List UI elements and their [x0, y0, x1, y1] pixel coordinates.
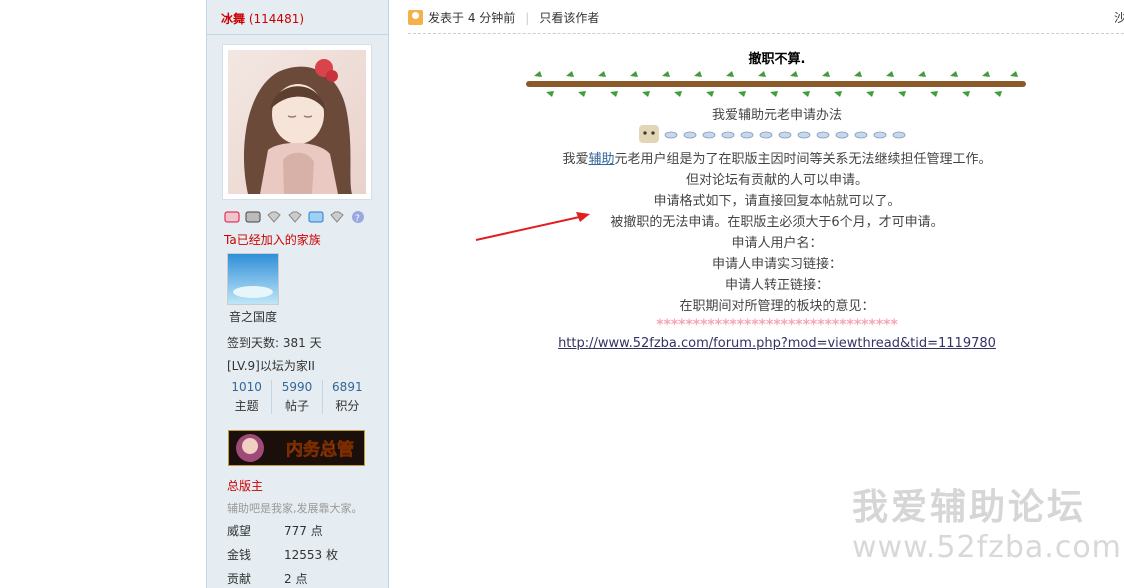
info-value: 12553 枚 [284, 548, 338, 562]
medal-icon[interactable] [328, 210, 346, 224]
rank-badge-text: 内务总管 [286, 439, 354, 460]
post-title: 撤职不算. [748, 52, 806, 67]
stat-topics[interactable]: 1010 主题 [222, 380, 273, 414]
stat-label: 积分 [335, 399, 360, 413]
text-segment: 元老用户组是为了在职版主因时间等关系无法继续担任管理工作。 [614, 152, 992, 167]
author-name[interactable]: 冰舞 [221, 12, 245, 26]
medal-icon[interactable] [223, 210, 241, 224]
divider [408, 33, 1124, 34]
medal-icon[interactable] [307, 210, 325, 224]
post-line-6: 申请人申请实习链接： [711, 257, 842, 272]
stat-label: 帖子 [284, 399, 309, 413]
info-prestige: 威望 777 点 [227, 522, 323, 539]
avatar[interactable] [222, 44, 372, 200]
medal-list: ? [223, 210, 367, 224]
medal-icon[interactable] [286, 210, 304, 224]
post-url-line: http://www.52fzba.com/forum.php?mod=view… [408, 336, 1124, 351]
info-key: 金钱 [227, 548, 252, 562]
author-sidebar: 冰舞 (114481) ? Ta已经加入的家族 音之国度 签到天数: 381 天… [206, 0, 389, 588]
user-level[interactable]: [LV.9]以坛为家II [227, 357, 315, 374]
family-link[interactable]: Ta已经加入的家族 [224, 231, 321, 248]
post-line-8: 在职期间对所管理的板块的意见： [679, 299, 875, 314]
stat-points[interactable]: 6891 积分 [323, 380, 372, 414]
post-meta: 发表于 4 分钟前 | 只看该作者 [408, 9, 599, 26]
rank-name[interactable]: 总版主 [227, 477, 263, 494]
cat-fish-decoration-icon [408, 124, 1124, 148]
only-author-link[interactable]: 只看该作者 [539, 9, 599, 26]
post-line-1: 我爱辅助元老用户组是为了在职版主因时间等关系无法继续担任管理工作。 [408, 148, 1124, 167]
stat-number[interactable]: 5990 [272, 380, 321, 394]
watermark-text: 我爱辅助论坛 [852, 487, 1087, 528]
meta-separator: | [525, 10, 530, 25]
anime-girl-avatar-icon [228, 50, 366, 194]
info-contribution: 贡献 2 点 [227, 570, 307, 587]
post-time: 发表于 4 分钟前 [428, 11, 516, 25]
post-heading: 我爱辅助元老申请办法 [711, 108, 842, 123]
post-meta-right[interactable]: 沙 [1114, 9, 1124, 26]
info-value: 2 点 [284, 572, 308, 586]
inline-link[interactable]: 辅助 [588, 152, 614, 167]
text-segment: 我爱 [562, 152, 589, 167]
user-icon [408, 10, 423, 25]
vine-divider-icon [526, 68, 1026, 100]
stat-posts[interactable]: 5990 帖子 [272, 380, 323, 414]
divider [207, 34, 388, 35]
red-arrow-icon [475, 212, 590, 241]
info-value: 777 点 [284, 524, 323, 538]
help-icon[interactable]: ? [349, 210, 367, 224]
family-name[interactable]: 音之国度 [229, 308, 277, 325]
stat-label: 主题 [234, 399, 259, 413]
author-info: 冰舞 (114481) [221, 10, 304, 27]
sign-days: 签到天数: 381 天 [227, 336, 322, 350]
post-line-7: 申请人转正链接： [724, 278, 829, 293]
medal-icon[interactable] [265, 210, 283, 224]
svg-text:?: ? [355, 214, 360, 224]
watermark-url: www.52fzba.com [852, 530, 1122, 565]
post-line-2: 但对论坛有贡献的人可以申请。 [685, 173, 868, 188]
info-key: 贡献 [227, 572, 252, 586]
rank-badge: 内务总管 [227, 429, 366, 467]
stat-number[interactable]: 1010 [222, 380, 271, 394]
thread-link[interactable]: http://www.52fzba.com/forum.php?mod=view… [558, 336, 996, 351]
post-line-3: 申请格式如下，请直接回复本帖就可以了。 [653, 194, 901, 209]
info-key: 威望 [227, 524, 252, 538]
medal-icon[interactable] [244, 210, 262, 224]
info-money: 金钱 12553 枚 [227, 546, 338, 563]
family-icon[interactable] [227, 253, 279, 305]
user-stats: 1010 主题 5990 帖子 6891 积分 [222, 380, 372, 414]
stars-decoration: ********************************* [656, 317, 898, 333]
stat-number[interactable]: 6891 [323, 380, 372, 394]
user-motto: 辅助吧是我家,发展靠大家。 [227, 502, 363, 515]
author-uid: (114481) [248, 12, 305, 26]
